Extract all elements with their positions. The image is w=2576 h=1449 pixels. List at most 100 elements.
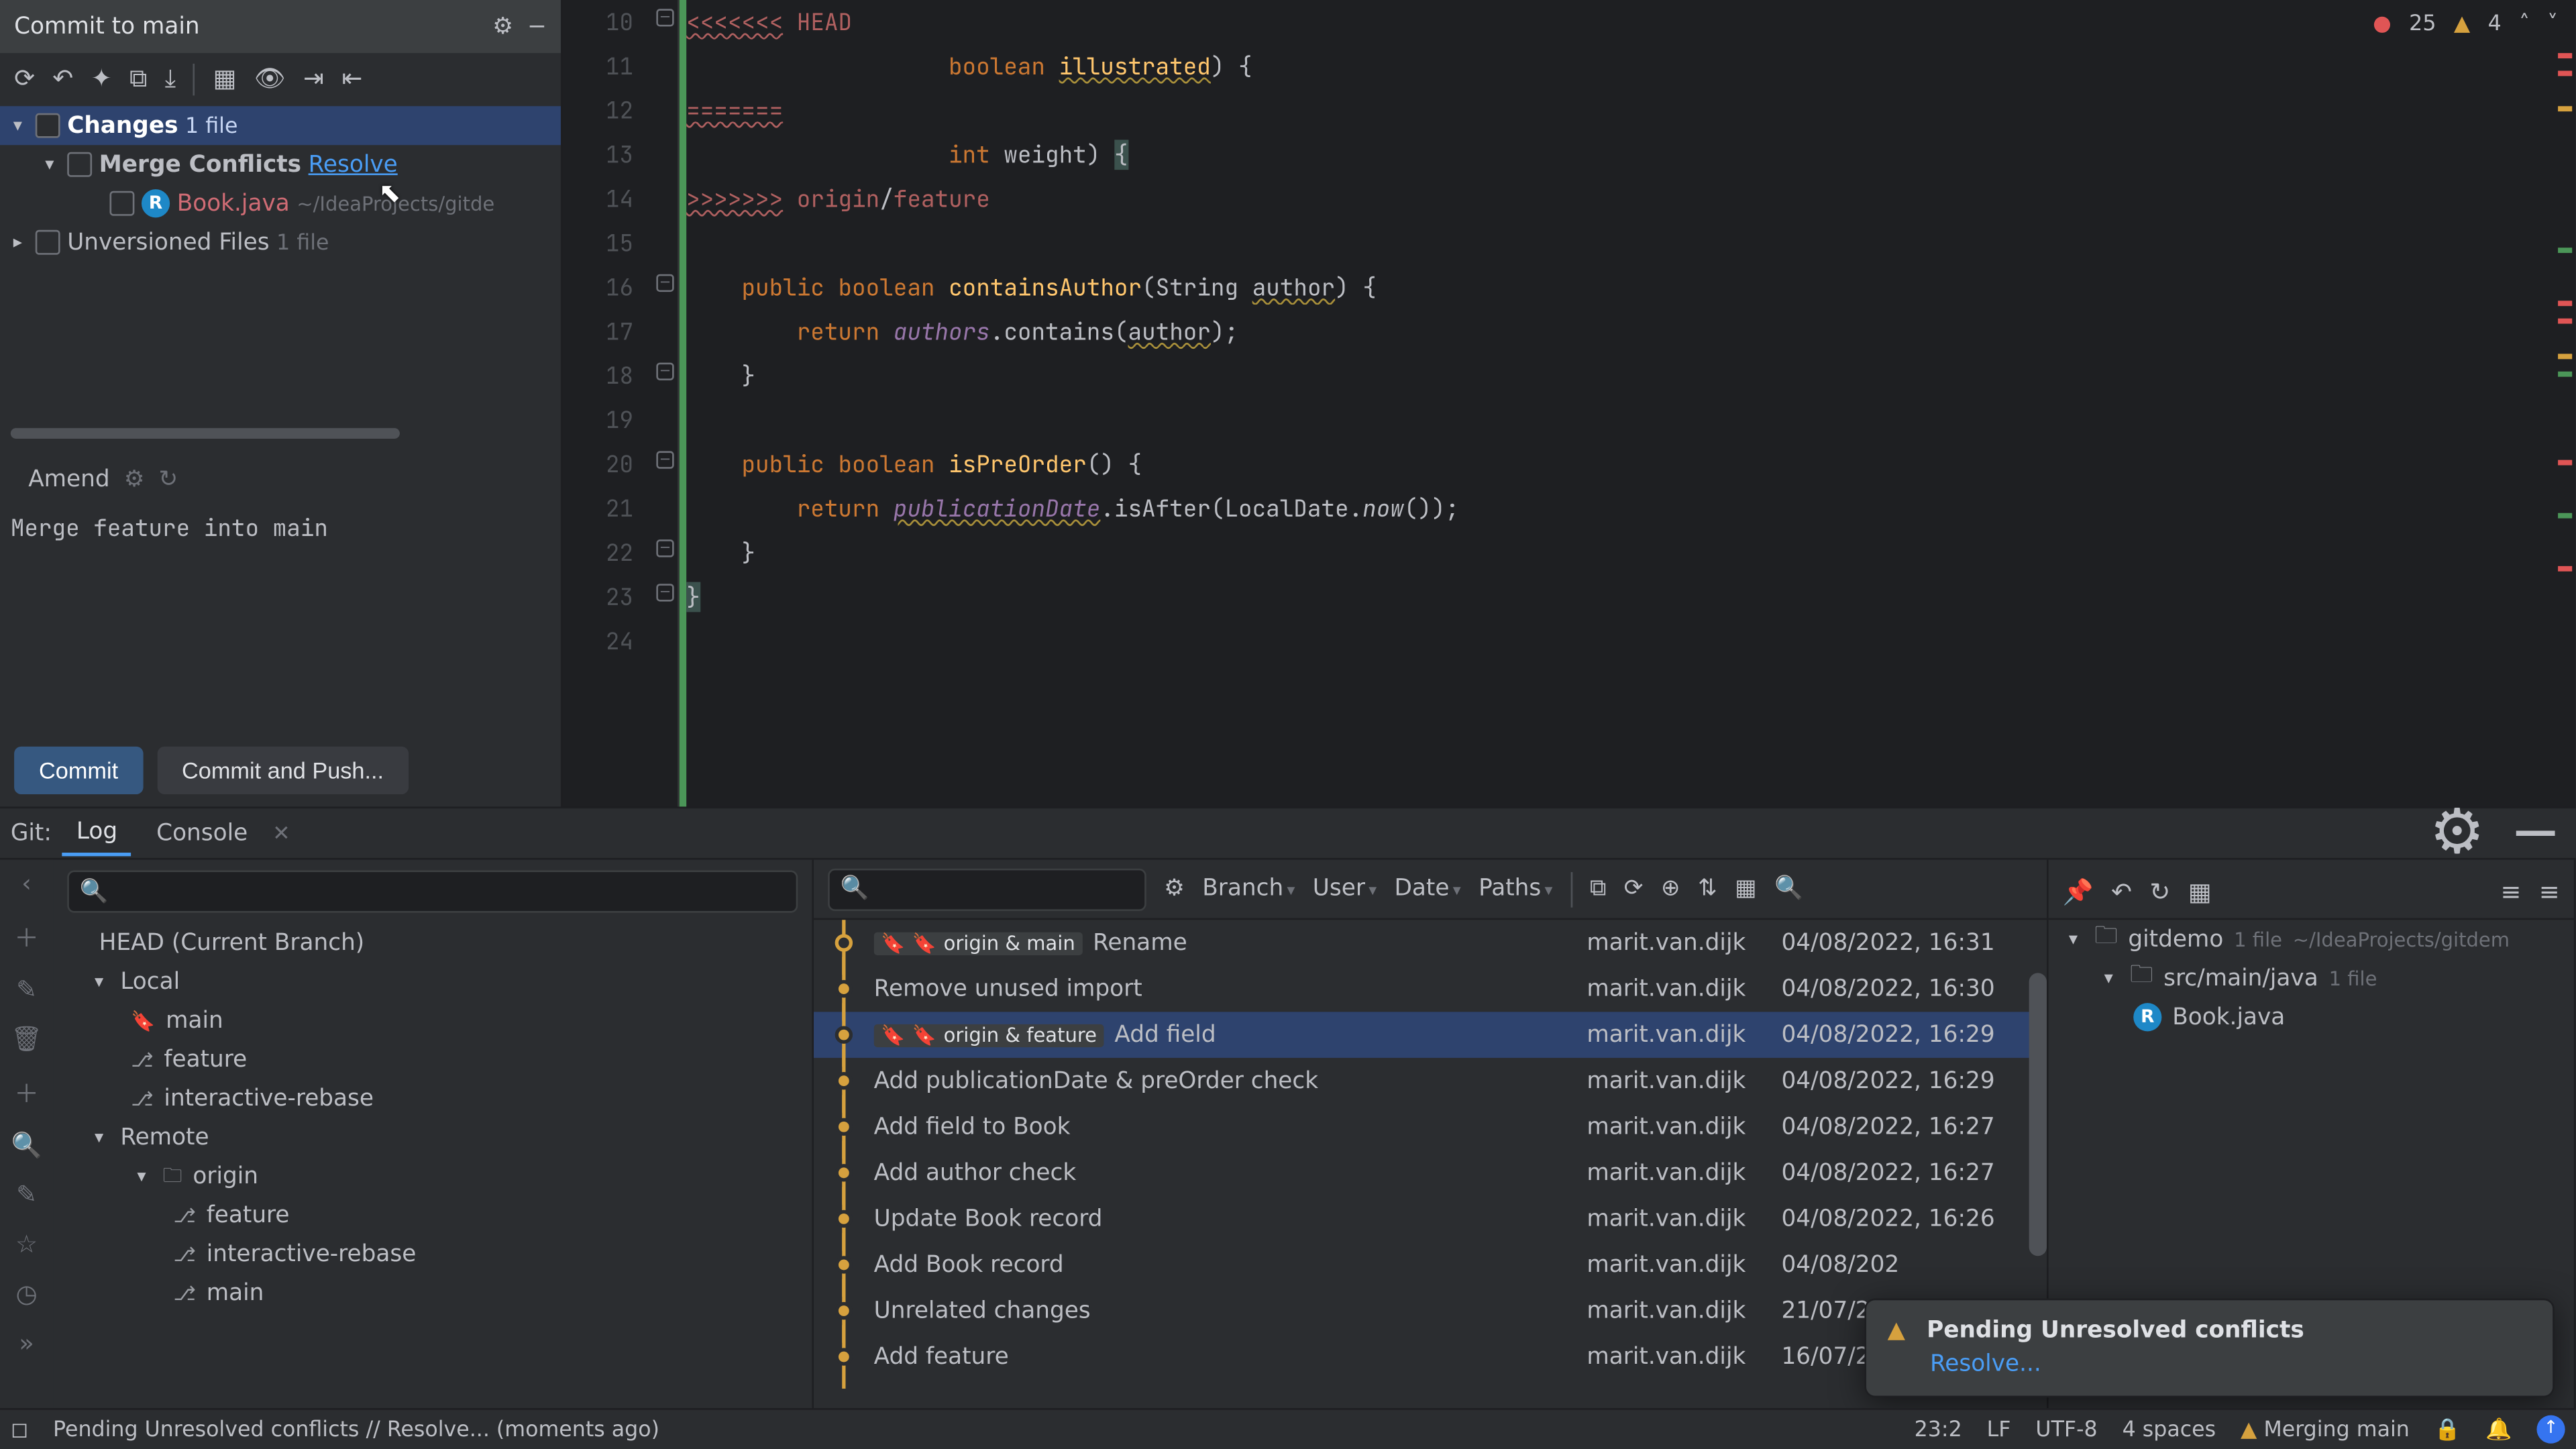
back-icon[interactable]: ‹	[21, 870, 32, 898]
detail-file-node[interactable]: R Book.java	[2049, 998, 2574, 1036]
more-icon[interactable]: ＋	[14, 1075, 39, 1111]
diff-icon[interactable]: ⧉	[129, 66, 147, 94]
add-icon[interactable]: ＋	[14, 920, 39, 955]
gear-icon[interactable]: ⚙	[124, 466, 145, 493]
filter-user[interactable]: User▾	[1313, 875, 1377, 902]
history-icon[interactable]: ↻	[159, 466, 178, 493]
group-icon[interactable]: ▦	[213, 66, 237, 94]
commit-row[interactable]: Unrelated changesmarit.van.dijk21/07/202	[814, 1288, 2047, 1334]
unversioned-node[interactable]: ▸ Unversioned Files 1 file	[0, 223, 561, 262]
tool-windows-icon[interactable]: ◻	[11, 1416, 28, 1441]
detail-root-node[interactable]: ▾ 🗀 gitdemo 1 file ~/IdeaProjects/gitdem	[2049, 920, 2574, 959]
edit-icon[interactable]: ✎	[16, 977, 37, 1005]
pin-icon[interactable]: 📌	[2063, 878, 2094, 906]
expand-icon[interactable]: ⇥	[303, 66, 324, 94]
local-branch-item[interactable]: ⎇feature	[53, 1040, 812, 1079]
fold-toggle-icon[interactable]: −	[656, 451, 674, 468]
minimize-icon[interactable]: −	[2496, 798, 2576, 868]
code-area[interactable]: <<<<<<< HEAD boolean illustrated) {=====…	[686, 0, 2575, 806]
file-encoding[interactable]: UTF-8	[2035, 1416, 2097, 1441]
remote-branch-item[interactable]: ⎇interactive-rebase	[53, 1235, 812, 1274]
processes-icon[interactable]: ↑	[2536, 1414, 2565, 1442]
gear-icon[interactable]: ⚙	[492, 13, 513, 40]
notifications-icon[interactable]: 🔔	[2485, 1416, 2512, 1441]
commit-row[interactable]: Add field to Bookmarit.van.dijk04/08/202…	[814, 1104, 2047, 1150]
horizontal-scrollbar[interactable]	[11, 428, 400, 439]
inspection-widget[interactable]: ● 25 ▲ 4 ˄ ˅	[2373, 11, 2558, 36]
commit-row[interactable]: Remove unused importmarit.van.dijk04/08/…	[814, 966, 2047, 1012]
chevron-down-icon[interactable]: ▾	[131, 1167, 152, 1186]
commit-row[interactable]: Add publicationDate & preOrder checkmari…	[814, 1058, 2047, 1104]
prev-highlight-icon[interactable]: ˄	[2519, 11, 2530, 36]
caret-position[interactable]: 23:2	[1915, 1416, 1962, 1441]
expand-icon[interactable]: »	[19, 1330, 34, 1358]
status-message[interactable]: Pending Unresolved conflicts // Resolve.…	[53, 1416, 659, 1441]
revert-icon[interactable]: ↶	[2111, 878, 2132, 906]
clock-icon[interactable]: ◷	[15, 1281, 37, 1309]
commit-row[interactable]: Add author checkmarit.van.dijk04/08/2022…	[814, 1150, 2047, 1196]
star-icon[interactable]: ☆	[15, 1231, 38, 1259]
checkbox[interactable]	[67, 152, 92, 177]
commit-button[interactable]: Commit	[14, 747, 143, 794]
history-icon[interactable]: ↻	[2149, 878, 2170, 906]
commit-row[interactable]: 🔖🔖origin & featureAdd fieldmarit.van.dij…	[814, 1012, 2047, 1058]
checkbox[interactable]	[36, 230, 60, 255]
filter-paths[interactable]: Paths▾	[1479, 875, 1552, 902]
chevron-right-icon[interactable]: ▸	[7, 233, 29, 252]
resolve-link[interactable]: Resolve	[309, 151, 398, 178]
checkbox[interactable]	[109, 191, 134, 216]
head-branch-node[interactable]: HEAD (Current Branch)	[53, 924, 812, 963]
expand-icon[interactable]: ≡	[2500, 878, 2521, 906]
preview-icon[interactable]: 👁	[254, 66, 286, 94]
changes-node[interactable]: ▾ Changes 1 file	[0, 106, 561, 145]
fold-toggle-icon[interactable]: −	[656, 539, 674, 557]
local-node[interactable]: ▾ Local	[53, 963, 812, 1002]
fold-toggle-icon[interactable]: −	[656, 363, 674, 380]
merge-conflicts-node[interactable]: ▾ Merge Conflicts Resolve	[0, 145, 561, 184]
gear-icon[interactable]: ⚙	[2429, 798, 2485, 868]
commit-row[interactable]: Update Book recordmarit.van.dijk04/08/20…	[814, 1196, 2047, 1242]
remote-branch-item[interactable]: ⎇feature	[53, 1196, 812, 1235]
chevron-down-icon[interactable]: ▾	[89, 1128, 110, 1147]
fold-toggle-icon[interactable]: −	[656, 9, 674, 26]
error-stripe[interactable]	[2551, 0, 2576, 806]
line-separator[interactable]: LF	[1987, 1416, 2011, 1441]
tab-log[interactable]: Log	[62, 811, 131, 855]
close-tab-icon[interactable]: ✕	[272, 821, 290, 846]
rollback-icon[interactable]: ↶	[52, 66, 73, 94]
chevron-down-icon[interactable]: ▾	[89, 972, 110, 991]
commit-message-input[interactable]: Merge feature into main	[11, 513, 550, 543]
collapse-icon[interactable]: ⇤	[341, 66, 362, 94]
local-branch-item[interactable]: 🔖main	[53, 1002, 812, 1040]
popup-resolve-link[interactable]: Resolve...	[1930, 1352, 2532, 1379]
detail-dir-node[interactable]: ▾ 🗀 src/main/java 1 file	[2049, 959, 2574, 998]
delete-icon[interactable]: 🗑	[11, 1026, 42, 1054]
chevron-down-icon[interactable]: ▾	[2098, 969, 2119, 988]
chevron-down-icon[interactable]: ▾	[2063, 930, 2084, 949]
origin-node[interactable]: ▾ 🗀 origin	[53, 1157, 812, 1196]
commit-and-push-button[interactable]: Commit and Push...	[157, 747, 409, 794]
filter-branch[interactable]: Branch▾	[1202, 875, 1295, 902]
fold-toggle-icon[interactable]: −	[656, 274, 674, 292]
fold-toggle-icon[interactable]: −	[656, 584, 674, 601]
conflict-file-row[interactable]: R Book.java ~/IdeaProjects/gitde	[0, 184, 561, 223]
search-icon[interactable]: 🔍	[11, 1132, 42, 1161]
magic-icon[interactable]: ✦	[91, 66, 112, 94]
log-search-input[interactable]: 🔍	[828, 867, 1146, 910]
remote-branch-item[interactable]: ⎇main	[53, 1274, 812, 1313]
filter-date[interactable]: Date▾	[1395, 875, 1461, 902]
notification-popup[interactable]: ▲ Pending Unresolved conflicts Resolve..…	[1864, 1299, 2554, 1398]
checkbox[interactable]	[36, 113, 60, 138]
branch-search-input[interactable]: 🔍	[67, 870, 798, 912]
remote-node[interactable]: ▾ Remote	[53, 1118, 812, 1157]
search-icon[interactable]: 🔍	[1774, 875, 1803, 902]
chevron-down-icon[interactable]: ▾	[39, 155, 60, 174]
git-status[interactable]: ▲ Merging main	[2241, 1416, 2410, 1441]
local-branch-item[interactable]: ⎇interactive-rebase	[53, 1079, 812, 1118]
commit-table[interactable]: 🔖🔖origin & mainRenamemarit.van.dijk04/08…	[814, 920, 2047, 1408]
filter-gear-icon[interactable]: ⚙	[1164, 875, 1185, 902]
cherry-pick-icon[interactable]: ⊕	[1661, 875, 1680, 902]
commit-row[interactable]: Add Book recordmarit.van.dijk04/08/202	[814, 1242, 2047, 1288]
tab-console[interactable]: Console	[142, 813, 262, 854]
commit-row[interactable]: 🔖🔖origin & mainRenamemarit.van.dijk04/08…	[814, 920, 2047, 966]
